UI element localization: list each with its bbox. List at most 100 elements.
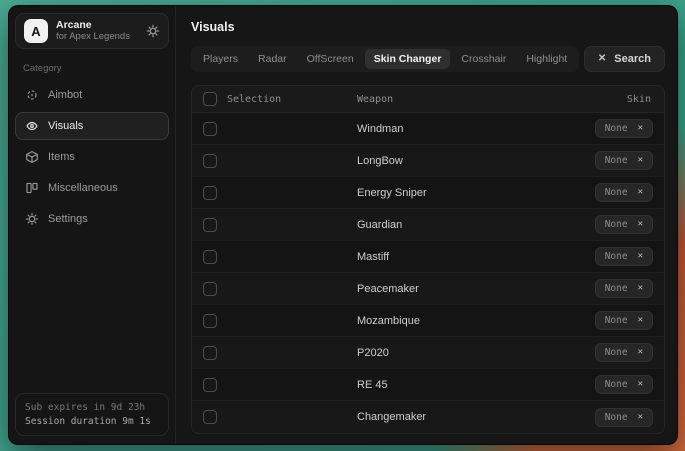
weapon-name: Peacemaker: [357, 283, 595, 295]
clear-skin-icon[interactable]: ✕: [638, 188, 643, 197]
skin-value: None: [605, 123, 628, 134]
category-label: Category: [23, 63, 161, 74]
weapon-name: Guardian: [357, 219, 595, 231]
clear-skin-icon[interactable]: ✕: [638, 413, 643, 422]
skin-select-button[interactable]: None ✕: [595, 279, 653, 298]
sidebar-item-label: Aimbot: [48, 89, 82, 101]
row-checkbox[interactable]: [203, 250, 217, 264]
row-checkbox[interactable]: [203, 122, 217, 136]
clear-skin-icon[interactable]: ✕: [638, 252, 643, 261]
skin-value: None: [605, 315, 628, 326]
sidebar-item-visuals[interactable]: Visuals: [15, 112, 169, 140]
row-checkbox[interactable]: [203, 218, 217, 232]
skin-select-button[interactable]: None ✕: [595, 311, 653, 330]
page-title: Visuals: [191, 20, 665, 34]
clear-skin-icon[interactable]: ✕: [638, 124, 643, 133]
app-logo: A: [24, 19, 48, 43]
row-checkbox[interactable]: [203, 314, 217, 328]
skin-select-button[interactable]: None ✕: [595, 119, 653, 138]
table-header-row: Selection Weapon Skin: [192, 86, 664, 113]
sidebar-item-settings[interactable]: Settings: [15, 205, 169, 233]
skin-select-button[interactable]: None ✕: [595, 183, 653, 202]
sidebar: A Arcane for Apex Legends Category Aimbo…: [9, 6, 176, 444]
tab-bar: PlayersRadarOffScreenSkin ChangerCrossha…: [191, 46, 579, 72]
weapon-name: Windman: [357, 123, 595, 135]
sidebar-item-aimbot[interactable]: Aimbot: [15, 81, 169, 109]
skin-select-button[interactable]: None ✕: [595, 151, 653, 170]
weapon-name: LongBow: [357, 155, 595, 167]
clear-skin-icon[interactable]: ✕: [638, 156, 643, 165]
table-body: WindmanNone✕LongBowNone✕Energy SniperNon…: [192, 113, 664, 433]
row-checkbox[interactable]: [203, 282, 217, 296]
skin-value: None: [605, 347, 628, 358]
settings-gear-icon[interactable]: [146, 24, 160, 38]
tab-crosshair[interactable]: Crosshair: [452, 49, 515, 69]
table-row: LongBow None ✕: [192, 145, 664, 177]
select-all-checkbox[interactable]: [203, 92, 217, 106]
table-row: Windman None ✕: [192, 113, 664, 145]
skin-value: None: [605, 219, 628, 230]
skin-value: None: [605, 412, 628, 423]
clear-skin-icon[interactable]: ✕: [638, 348, 643, 357]
tab-offscreen[interactable]: OffScreen: [298, 49, 363, 69]
table-row: MastiffNone✕: [192, 241, 664, 273]
header-selection: Selection: [227, 94, 281, 105]
weapon-name: P2020: [357, 347, 595, 359]
sidebar-item-label: Items: [48, 151, 75, 163]
search-button[interactable]: ✕ Search: [584, 46, 665, 72]
columns-icon: [25, 181, 39, 195]
skin-select-button[interactable]: None ✕: [595, 343, 653, 362]
eye-icon: [25, 119, 39, 133]
weapon-name: Changemaker: [357, 411, 595, 423]
skin-value: None: [605, 155, 628, 166]
crosshair-icon: [25, 88, 39, 102]
tab-highlight[interactable]: Highlight: [517, 49, 576, 69]
row-checkbox[interactable]: [203, 346, 217, 360]
app-titles: Arcane for Apex Legends: [56, 19, 138, 43]
header-skin: Skin: [627, 94, 664, 105]
clear-skin-icon[interactable]: ✕: [638, 380, 643, 389]
main-panel: Visuals PlayersRadarOffScreenSkin Change…: [176, 6, 677, 444]
toolbar: PlayersRadarOffScreenSkin ChangerCrossha…: [191, 46, 665, 72]
row-checkbox[interactable]: [203, 378, 217, 392]
table-row: RE 45 None ✕: [192, 369, 664, 401]
weapon-name: Mozambique: [357, 315, 595, 327]
sidebar-nav: Aimbot Visuals Items Miscellaneous Settings: [15, 81, 169, 233]
table-row: Guardian None ✕: [192, 209, 664, 241]
tab-radar[interactable]: Radar: [249, 49, 296, 69]
clear-skin-icon[interactable]: ✕: [638, 220, 643, 229]
table-row: Mozambique None ✕: [192, 305, 664, 337]
tab-skin-changer[interactable]: Skin Changer: [365, 49, 451, 69]
search-button-label: Search: [614, 53, 651, 65]
table-row: Energy SniperNone✕: [192, 177, 664, 209]
table-row: Peacemaker None ✕: [192, 273, 664, 305]
table-row: P2020 None ✕: [192, 337, 664, 369]
clear-skin-icon[interactable]: ✕: [638, 284, 643, 293]
app-subtitle: for Apex Legends: [56, 32, 138, 43]
cheat-menu-window: A Arcane for Apex Legends Category Aimbo…: [8, 5, 678, 445]
sidebar-item-label: Miscellaneous: [48, 182, 118, 194]
skin-changer-table: Selection Weapon Skin Windman None ✕ LongBo…: [191, 85, 665, 434]
row-checkbox[interactable]: [203, 186, 217, 200]
sidebar-item-items[interactable]: Items: [15, 143, 169, 171]
weapon-name: Mastiff: [357, 251, 595, 263]
skin-value: None: [605, 379, 628, 390]
sidebar-item-miscellaneous[interactable]: Miscellaneous: [15, 174, 169, 202]
clear-skin-icon[interactable]: ✕: [638, 316, 643, 325]
skin-select-button[interactable]: None ✕: [595, 215, 653, 234]
row-checkbox[interactable]: [203, 410, 217, 424]
skin-select-button[interactable]: None ✕: [595, 375, 653, 394]
skin-value: None: [605, 283, 628, 294]
app-name: Arcane: [56, 19, 138, 31]
weapon-name: RE 45: [357, 379, 595, 391]
row-checkbox[interactable]: [203, 154, 217, 168]
box-icon: [25, 150, 39, 164]
session-duration-text: Session duration 9m 1s: [25, 415, 159, 429]
subscription-info-card: Sub expires in 9d 23h Session duration 9…: [15, 393, 169, 437]
skin-select-button[interactable]: None ✕: [595, 408, 653, 427]
tab-players[interactable]: Players: [194, 49, 247, 69]
skin-select-button[interactable]: None✕: [595, 247, 653, 266]
header-weapon: Weapon: [357, 94, 627, 105]
sub-expiry-text: Sub expires in 9d 23h: [25, 401, 159, 415]
skin-value: None: [605, 187, 628, 198]
